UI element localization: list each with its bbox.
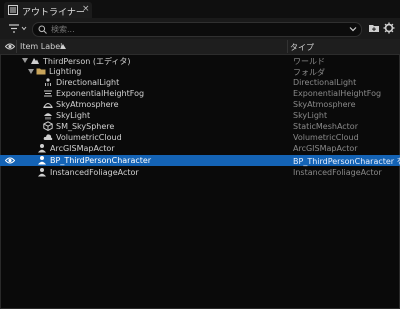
outliner-icon	[8, 5, 18, 15]
search-icon	[38, 25, 47, 34]
static-mesh-icon	[43, 121, 53, 131]
actor-icon	[38, 168, 46, 177]
eye-icon[interactable]	[5, 42, 15, 51]
row-type: DirectionalLight	[293, 78, 357, 87]
row-name: InstancedFoliageActor	[50, 168, 139, 177]
filter-icon[interactable]	[7, 22, 29, 35]
row-type: SkyAtmosphere	[293, 100, 356, 109]
row-type[interactable]: BP_ThirdPersonCharacter を	[293, 156, 400, 167]
tab-bar: アウトライナー ×	[0, 0, 400, 19]
tab-outliner[interactable]: アウトライナー ×	[4, 2, 92, 18]
row-type: SkyLight	[293, 111, 328, 120]
row-type: ArcGISMapActor	[293, 144, 358, 153]
tree-row-world[interactable]: ThirdPerson (エディタ) ワールド	[0, 55, 400, 66]
expand-arrow-icon[interactable]	[22, 58, 28, 63]
row-name: SkyLight	[56, 111, 91, 120]
column-header: Item Label タイプ	[0, 39, 400, 55]
sky-atmosphere-icon	[43, 103, 53, 108]
row-name: ArcGISMapActor	[50, 144, 115, 153]
row-name: Lighting	[49, 67, 82, 76]
type-header[interactable]: タイプ	[290, 42, 314, 53]
tree-row-actor[interactable]: SM_SkySphere StaticMeshActor	[0, 121, 400, 132]
world-icon	[31, 58, 39, 64]
row-type: StaticMeshActor	[293, 122, 358, 131]
folder-icon	[36, 68, 46, 75]
row-type: ExponentialHeightFog	[293, 89, 382, 98]
column-divider[interactable]	[287, 40, 288, 53]
tree-row-actor[interactable]: VolumetricCloud VolumetricCloud	[0, 132, 400, 143]
toolbar	[0, 18, 400, 39]
tree-row-folder[interactable]: Lighting フォルダ	[0, 66, 400, 77]
row-name: SkyAtmosphere	[56, 100, 119, 109]
tree-row-actor[interactable]: ArcGISMapActor ArcGISMapActor	[0, 143, 400, 154]
fog-icon	[44, 90, 52, 97]
tree-row-actor[interactable]: SkyLight SkyLight	[0, 110, 400, 121]
character-icon	[38, 156, 46, 165]
gear-icon[interactable]	[383, 22, 395, 34]
row-type: InstancedFoliageActor	[293, 168, 382, 177]
chevron-down-icon[interactable]	[349, 25, 357, 33]
row-type: VolumetricCloud	[293, 133, 359, 142]
search-box[interactable]	[32, 22, 362, 37]
row-name: ExponentialHeightFog	[56, 89, 145, 98]
row-name: SM_SkySphere	[56, 122, 115, 131]
row-name: DirectionalLight	[56, 78, 120, 87]
actor-icon	[38, 144, 46, 153]
item-label-header[interactable]: Item Label	[20, 42, 62, 51]
column-divider[interactable]	[16, 40, 17, 53]
row-name: BP_ThirdPersonCharacter	[50, 156, 152, 165]
row-name: VolumetricCloud	[56, 133, 122, 142]
close-icon[interactable]: ×	[82, 4, 90, 14]
tree-row-actor[interactable]: DirectionalLight DirectionalLight	[0, 77, 400, 88]
tree-row-actor[interactable]: ExponentialHeightFog ExponentialHeightFo…	[0, 88, 400, 99]
tree-row-actor[interactable]: InstancedFoliageActor InstancedFoliageAc…	[0, 167, 400, 178]
eye-icon[interactable]	[5, 156, 15, 165]
tree-row-selected[interactable]: BP_ThirdPersonCharacter BP_ThirdPersonCh…	[0, 155, 400, 166]
directional-light-icon	[45, 78, 51, 86]
skylight-icon	[44, 113, 52, 120]
cloud-icon	[43, 134, 53, 140]
sort-ascending-icon[interactable]	[60, 44, 66, 49]
add-folder-icon[interactable]	[368, 22, 380, 34]
tree-row-actor[interactable]: SkyAtmosphere SkyAtmosphere	[0, 99, 400, 110]
expand-arrow-icon[interactable]	[28, 69, 34, 74]
search-input[interactable]	[51, 23, 341, 36]
tab-title: アウトライナー	[22, 8, 85, 18]
